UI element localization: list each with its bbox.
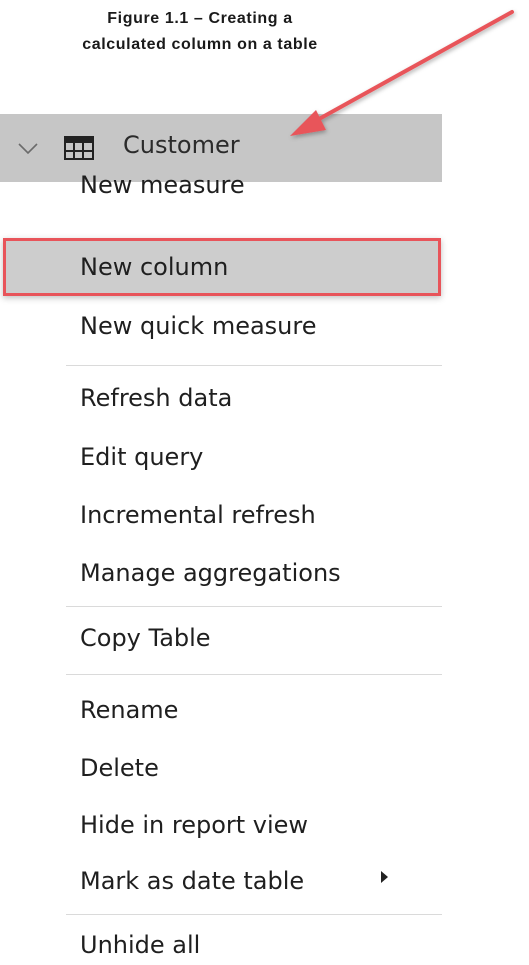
- menu-divider: [66, 674, 442, 675]
- menu-item-hide-in-report-view[interactable]: Hide in report view: [80, 808, 308, 842]
- table-grid-icon: [64, 136, 94, 160]
- menu-item-new-quick-measure[interactable]: New quick measure: [80, 309, 316, 343]
- caption-line-1: Figure 1.1 – Creating a: [107, 10, 293, 27]
- menu-item-new-column[interactable]: New column: [80, 250, 228, 284]
- menu-item-incremental-refresh[interactable]: Incremental refresh: [80, 498, 316, 532]
- menu-item-edit-query[interactable]: Edit query: [80, 440, 203, 474]
- menu-divider: [66, 606, 442, 607]
- menu-item-mark-as-date-table[interactable]: Mark as date table: [80, 864, 304, 898]
- caption-line-2: calculated column on a table: [82, 36, 318, 53]
- menu-item-rename[interactable]: Rename: [80, 693, 178, 727]
- menu-item-new-measure[interactable]: New measure: [80, 168, 245, 202]
- menu-divider: [66, 365, 442, 366]
- menu-item-delete[interactable]: Delete: [80, 751, 159, 785]
- submenu-triangle-icon: [381, 871, 388, 883]
- menu-item-unhide-all[interactable]: Unhide all: [80, 928, 200, 962]
- menu-item-refresh-data[interactable]: Refresh data: [80, 381, 232, 415]
- table-name: Customer: [123, 131, 240, 159]
- menu-divider: [66, 914, 442, 915]
- figure-caption: Figure 1.1 – Creating a calculated colum…: [0, 6, 400, 58]
- chevron-down-icon[interactable]: [16, 136, 40, 160]
- menu-item-manage-aggregations[interactable]: Manage aggregations: [80, 556, 341, 590]
- menu-item-copy-table[interactable]: Copy Table: [80, 621, 211, 655]
